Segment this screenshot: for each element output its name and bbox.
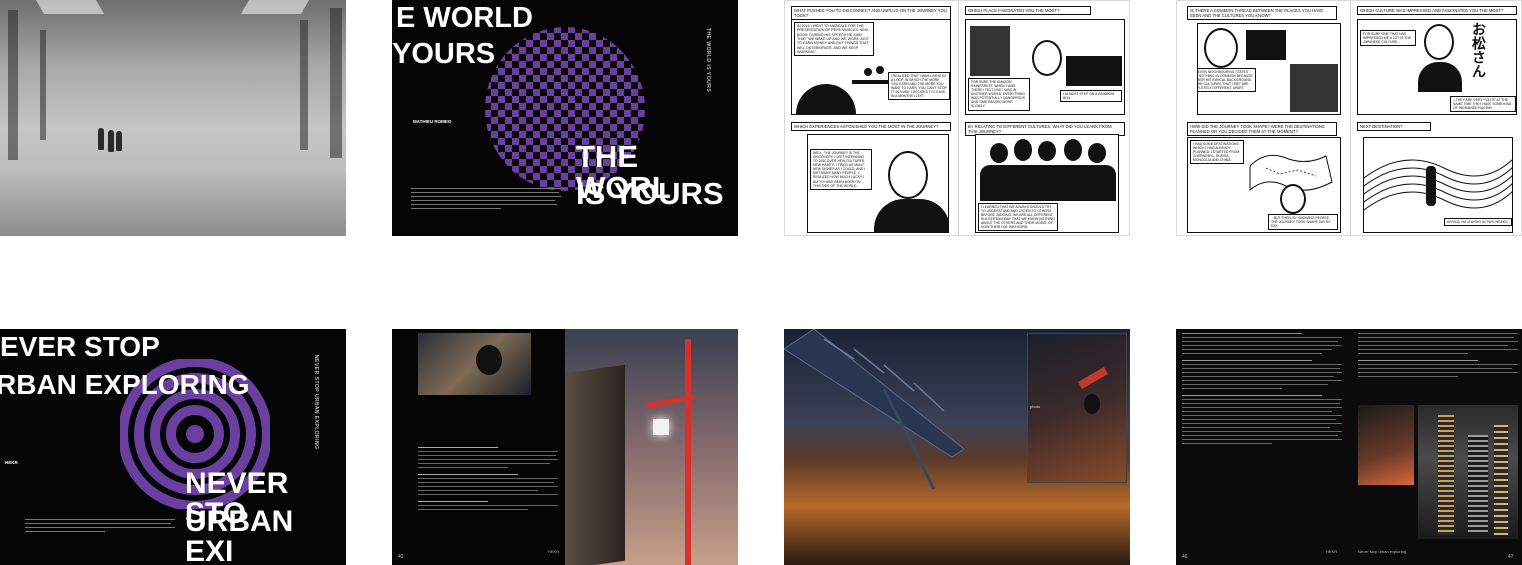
caption: I HAD SOME DESTINATIONS WHICH I HAD ALRE… (1190, 140, 1244, 165)
question-box: NEXT DESTINATION? (1357, 122, 1431, 132)
rooftop-photo[interactable] (418, 333, 531, 395)
author-name: HEKR (5, 460, 18, 465)
caption: YES, EVEN NEIGHBOURING STATES HAVE NOTHI… (1198, 68, 1256, 93)
comic-panel: IN 2016 I WENT TO MAREALE FOR THE PRESEN… (791, 19, 951, 115)
footer-author: HEKR (1326, 549, 1338, 554)
question-box: WHICH PLACE FASCINATED YOU THE MOST? (965, 6, 1091, 16)
japanese-sign: お松さん (1470, 22, 1486, 78)
comic-panel: WELL, THE JOURNEY IS THE DISCOVERY. I LE… (807, 134, 949, 233)
person-silhouette (98, 128, 104, 150)
portrait-sketch (1032, 40, 1062, 76)
page-number-right: 47 (1508, 554, 1514, 560)
footer-author: HEKR (548, 549, 560, 554)
spread-foggy-warehouse-photo[interactable] (0, 0, 346, 236)
spread-comic-interview-1[interactable]: WHAT PUSHED YOU TO DISCONNECT AND UNPLUG… (784, 0, 1130, 236)
caption: ...BUT THEN, BY KNOWING PEOPLE, THE JOUR… (1268, 214, 1338, 231)
interview-text-left (1182, 333, 1342, 444)
crane-photo[interactable] (565, 329, 738, 565)
portrait-sketch (1424, 24, 1454, 60)
caption: FOR SURE ONE THAT HAS IMPRESSED ME A LOT… (1360, 30, 1416, 47)
vertical-spine-title: NEVER STOP URBAN EXPLORING (313, 355, 319, 450)
concrete-building (565, 364, 625, 565)
interview-text-right (1358, 333, 1518, 377)
crane-mast (685, 339, 691, 565)
comic-panel: YES, EVEN NEIGHBOURING STATES HAVE NOTHI… (1197, 23, 1341, 115)
pillar (330, 8, 342, 158)
hiker-figure (1426, 166, 1436, 206)
skylight-left (35, 0, 105, 14)
question-box: WHICH EXPERIENCES ASTONISHED YOU THE MOS… (791, 122, 951, 132)
spread-night-city-photo[interactable]: photo (784, 329, 1130, 565)
title-bottom-line2: URBAN EXI (185, 505, 294, 565)
skyscraper-photo[interactable] (1418, 405, 1518, 539)
spread-interview-crane-photo[interactable]: 42 HEKR (392, 329, 738, 565)
interview-text-column (418, 447, 558, 510)
comic-panel: I HAD SOME DESTINATIONS WHICH I HAD ALRE… (1187, 137, 1341, 233)
caption: I ALMOST STEP ON A RAINBOW BOA (1060, 90, 1122, 103)
caption: IN 2016 I WENT TO MAREALE FOR THE PRESEN… (794, 22, 874, 57)
title-top-line2: YOURS (392, 38, 496, 70)
inset-climber-photo[interactable]: photo (1027, 333, 1127, 483)
comic-panel: FOR SURE ONE THAT HAS IMPRESSED ME A LOT… (1357, 19, 1517, 115)
crane-light (653, 419, 669, 435)
intro-paragraph (25, 519, 175, 532)
footer-title: Never stop urban exploring (1358, 549, 1407, 554)
page-number-left: 46 (1182, 554, 1188, 560)
spread-comic-interview-2[interactable]: IS THERE A COMMON THREAD BETWEEN THE PLA… (1176, 0, 1522, 236)
comic-panel: AFRICA, I'M LEAVING IN TWO WEEKS. (1363, 137, 1513, 233)
gutter (958, 1, 959, 235)
pillar (300, 20, 308, 150)
caption: FOR SURE THE AMAZON RAINFOREST. WHEN I W… (968, 78, 1030, 111)
comic-panel: I LEARNED THAT WE ALWAYS SHOULD TRY TO U… (975, 134, 1119, 233)
intro-paragraph (411, 188, 561, 209)
title-bottom-line2: IS YOURS (576, 176, 724, 211)
title-line2: RBAN EXPLORING (0, 369, 250, 400)
pillar (40, 30, 46, 140)
portrait-sketch (1280, 184, 1306, 214)
comic-panel: FOR SURE THE AMAZON RAINFOREST. WHEN I W… (965, 19, 1125, 115)
portrait-sketch (888, 151, 928, 199)
author-name: MATHIEU ROMEO (413, 119, 452, 124)
page-number: 42 (398, 554, 404, 560)
caption: AFRICA, I'M LEAVING IN TWO WEEKS. (1444, 218, 1512, 227)
photo-label: photo (1030, 404, 1041, 409)
caption: WELL, THE JOURNEY IS THE DISCOVERY. I LE… (810, 149, 872, 190)
pillar (8, 10, 18, 160)
caption: ...THEY ARE VERY POLITE AT THE SAME TIME… (1450, 96, 1516, 113)
question-box: HOW DID THE JOURNEY TOOK SHAPE? WERE THE… (1187, 122, 1337, 137)
night-photo-small[interactable] (1358, 405, 1414, 485)
question-box: IS THERE A COMMON THREAD BETWEEN THE PLA… (1187, 6, 1337, 21)
spread-never-stop-urban-exploring[interactable]: EVER STOP RBAN EXPLORING HEKR NEVER STO … (0, 329, 346, 565)
vertical-spine-title: THE WORLD IS YOURS (705, 28, 711, 93)
caption: I REALIZED THAT I WAS LIVING IN A LOOP, … (888, 72, 950, 101)
person-silhouette (108, 130, 114, 152)
spread-interview-night-photos[interactable]: 46 HEKR Never stop urban exploring 47 (1176, 329, 1522, 565)
question-box: WHAT PUSHED YOU TO DISCONNECT AND UNPLUG… (791, 6, 951, 21)
question-box: WHICH CULTURE WAS IMPRESSED AND FASCINAT… (1357, 6, 1517, 16)
spread-the-world-is-yours[interactable]: E WORLD YOURS MATHIEU ROMEO THE WORL IS … (392, 0, 738, 236)
person-silhouette (116, 131, 122, 151)
caption: I LEARNED THAT WE ALWAYS SHOULD TRY TO U… (978, 203, 1058, 232)
portrait-sketch (1204, 28, 1238, 68)
gutter (1350, 1, 1351, 235)
skylight-right (240, 0, 310, 14)
title-line1: EVER STOP (0, 331, 160, 362)
